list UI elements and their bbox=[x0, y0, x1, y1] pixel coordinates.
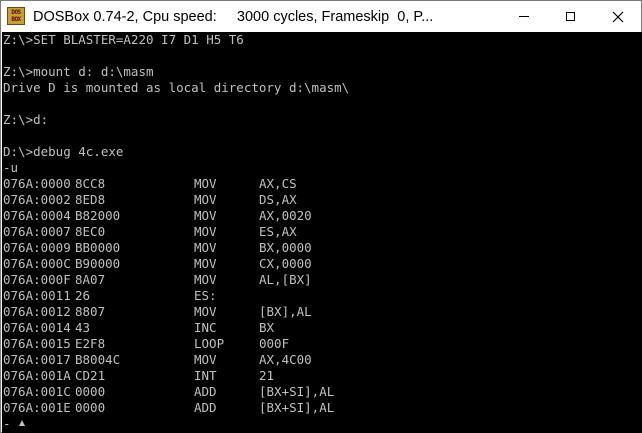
instruction-address: 076A:0007 bbox=[3, 224, 71, 239]
instruction-operands: [BX+SI],AL bbox=[259, 384, 335, 399]
disassembly-row: 076A:0000 8CC8 MOV AX,CS bbox=[3, 176, 639, 192]
instruction-mnemonic: ADD bbox=[194, 384, 217, 399]
instruction-mnemonic: LOOP bbox=[194, 336, 225, 351]
instruction-mnemonic: MOV bbox=[194, 240, 217, 255]
instruction-address: 076A:0009 bbox=[3, 240, 71, 255]
minimize-button[interactable] bbox=[501, 1, 547, 32]
disassembly-row: 076A:0015 E2F8 LOOP 000F bbox=[3, 336, 639, 352]
dos-console[interactable]: Z:\>SET BLASTER=A220 I7 D1 H5 T6 Z:\>mou… bbox=[2, 32, 642, 433]
disassembly-row: 076A:0011 26 ES: bbox=[3, 288, 639, 304]
instruction-mnemonic: INC bbox=[194, 320, 217, 335]
disassembly-row: 076A:000C B90000 MOV CX,0000 bbox=[3, 256, 639, 272]
console-line: Drive D is mounted as local directory d:… bbox=[3, 80, 350, 95]
instruction-operands: [BX+SI],AL bbox=[259, 400, 335, 415]
disassembly-row: 076A:0004 B82000 MOV AX,0020 bbox=[3, 208, 639, 224]
disassembly-row: 076A:000F 8A07 MOV AL,[BX] bbox=[3, 272, 639, 288]
maximize-icon bbox=[565, 12, 575, 21]
instruction-operands: AX,4C00 bbox=[259, 352, 312, 367]
instruction-operands: ES,AX bbox=[259, 224, 297, 239]
instruction-operands: DS,AX bbox=[259, 192, 297, 207]
console-line: Z:\>SET BLASTER=A220 I7 D1 H5 T6 bbox=[3, 32, 244, 47]
close-button[interactable] bbox=[595, 1, 641, 32]
instruction-mnemonic: MOV bbox=[194, 256, 217, 271]
instruction-bytes: B82000 bbox=[75, 208, 121, 223]
instruction-bytes: 43 bbox=[75, 320, 91, 335]
console-line: -u bbox=[3, 160, 19, 175]
instruction-mnemonic: MOV bbox=[194, 176, 217, 191]
instruction-mnemonic: ES: bbox=[194, 288, 217, 303]
instruction-mnemonic: MOV bbox=[194, 224, 217, 239]
instruction-bytes: 0000 bbox=[75, 384, 106, 399]
disassembly-row: 076A:0017 B8004C MOV AX,4C00 bbox=[3, 352, 639, 368]
instruction-address: 076A:001E bbox=[3, 400, 71, 415]
instruction-operands: CX,0000 bbox=[259, 256, 312, 271]
disassembly-row: 076A:0009 BB0000 MOV BX,0000 bbox=[3, 240, 639, 256]
instruction-address: 076A:000C bbox=[3, 256, 71, 271]
console-line: D:\>debug 4c.exe bbox=[3, 144, 124, 159]
command-prompt-line[interactable]: - bbox=[3, 416, 103, 432]
instruction-address: 076A:0011 bbox=[3, 288, 71, 303]
instruction-address: 076A:0015 bbox=[3, 336, 71, 351]
maximize-button[interactable] bbox=[547, 1, 593, 32]
disassembly-row: 076A:0002 8ED8 MOV DS,AX bbox=[3, 192, 639, 208]
disassembly-row: 076A:001C 0000 ADD [BX+SI],AL bbox=[3, 384, 639, 400]
window-title: DOSBox 0.74-2, Cpu speed: 3000 cycles, F… bbox=[33, 9, 434, 25]
instruction-address: 076A:0012 bbox=[3, 304, 71, 319]
instruction-bytes: BB0000 bbox=[75, 240, 121, 255]
instruction-bytes: CD21 bbox=[75, 368, 106, 383]
instruction-address: 076A:001C bbox=[3, 384, 71, 399]
instruction-operands: AX,CS bbox=[259, 176, 297, 191]
disassembly-row: 076A:0014 43 INC BX bbox=[3, 320, 639, 336]
debug-prompt: - bbox=[3, 416, 11, 431]
instruction-address: 076A:0017 bbox=[3, 352, 71, 367]
instruction-address: 076A:0000 bbox=[3, 176, 71, 191]
dosbox-app-icon[interactable]: DOS BOX bbox=[7, 7, 25, 25]
instruction-operands: AX,0020 bbox=[259, 208, 312, 223]
instruction-address: 076A:0014 bbox=[3, 320, 71, 335]
console-line: Z:\>mount d: d:\masm bbox=[3, 64, 154, 79]
minimize-icon bbox=[519, 16, 529, 17]
disassembly-row: 076A:0012 8807 MOV [BX],AL bbox=[3, 304, 639, 320]
instruction-operands: AL,[BX] bbox=[259, 272, 312, 287]
instruction-address: 076A:000F bbox=[3, 272, 71, 287]
instruction-bytes: 0000 bbox=[75, 400, 106, 415]
instruction-mnemonic: ADD bbox=[194, 400, 217, 415]
instruction-mnemonic: INT bbox=[194, 368, 217, 383]
disassembly-row: 076A:0007 8EC0 MOV ES,AX bbox=[3, 224, 639, 240]
instruction-operands: [BX],AL bbox=[259, 304, 312, 319]
instruction-bytes: 8CC8 bbox=[75, 176, 106, 191]
instruction-mnemonic: MOV bbox=[194, 208, 217, 223]
app-icon-text-bottom: BOX bbox=[11, 16, 21, 23]
instruction-operands: BX bbox=[259, 320, 275, 335]
instruction-operands: BX,0000 bbox=[259, 240, 312, 255]
text-cursor-icon bbox=[19, 420, 25, 426]
instruction-address: 076A:001A bbox=[3, 368, 71, 383]
instruction-mnemonic: MOV bbox=[194, 352, 217, 367]
instruction-mnemonic: MOV bbox=[194, 272, 217, 287]
instruction-bytes: 8807 bbox=[75, 304, 106, 319]
instruction-address: 076A:0002 bbox=[3, 192, 71, 207]
instruction-operands: 000F bbox=[259, 336, 290, 351]
instruction-bytes: 26 bbox=[75, 288, 91, 303]
instruction-operands: 21 bbox=[259, 368, 275, 383]
close-icon bbox=[612, 11, 624, 22]
instruction-bytes: B8004C bbox=[75, 352, 121, 367]
disassembly-row: 076A:001E 0000 ADD [BX+SI],AL bbox=[3, 400, 639, 416]
instruction-mnemonic: MOV bbox=[194, 304, 217, 319]
instruction-bytes: 8A07 bbox=[75, 272, 106, 287]
disassembly-row: 076A:001A CD21 INT 21 bbox=[3, 368, 639, 384]
instruction-bytes: 8EC0 bbox=[75, 224, 106, 239]
console-line: Z:\>d: bbox=[3, 112, 49, 127]
instruction-bytes: E2F8 bbox=[75, 336, 106, 351]
dosbox-window: DOS BOX DOSBox 0.74-2, Cpu speed: 3000 c… bbox=[0, 0, 642, 433]
instruction-bytes: B90000 bbox=[75, 256, 121, 271]
title-bar[interactable]: DOS BOX DOSBox 0.74-2, Cpu speed: 3000 c… bbox=[1, 1, 641, 32]
instruction-address: 076A:0004 bbox=[3, 208, 71, 223]
instruction-mnemonic: MOV bbox=[194, 192, 217, 207]
instruction-bytes: 8ED8 bbox=[75, 192, 106, 207]
